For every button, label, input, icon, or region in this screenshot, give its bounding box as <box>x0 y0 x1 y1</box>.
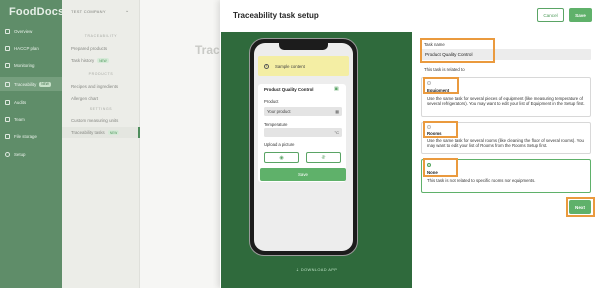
option-none-description: This task is not related to specific roo… <box>427 178 536 183</box>
submenu-item-label: Recipes and ingredients <box>71 84 119 89</box>
sidebar-item-monitoring[interactable]: Monitoring <box>0 58 62 72</box>
sidebar-item-label: HACCP plan <box>14 45 39 51</box>
traceability-submenu: TEST COMPANY ⌄ TRACEABILITY Prepared pro… <box>62 0 140 288</box>
task-name-label: Task name <box>424 42 445 47</box>
preview-save-button: Save <box>260 168 346 181</box>
option-none-title: None <box>427 170 438 175</box>
folder-icon <box>5 133 10 139</box>
people-icon <box>5 116 10 122</box>
clipboard-icon <box>5 99 10 105</box>
section-heading-settings: SETTINGS <box>89 107 113 111</box>
chevron-down-icon[interactable]: ⌄ <box>125 8 129 14</box>
chart-icon <box>5 62 10 68</box>
preview-temperature-unit: °C <box>334 130 340 135</box>
book-icon: ▣ <box>334 86 339 92</box>
grid-icon <box>5 28 10 34</box>
sidebar-item-label: Monitoring <box>14 62 35 68</box>
sidebar-item-overview[interactable]: Overview <box>0 24 62 38</box>
sample-content-banner: i Sample content <box>258 56 349 76</box>
list-icon: ▦ <box>335 109 339 114</box>
option-rooms-description: Use the same task for several rooms (lik… <box>427 138 584 149</box>
new-badge: NEW <box>39 81 51 87</box>
save-button[interactable]: Save <box>569 8 592 22</box>
cancel-button[interactable]: Cancel <box>537 8 564 22</box>
option-equipment-title: Equipment <box>427 88 450 93</box>
app-sidebar: FoodDocs Overview HACCP plan Monitoring … <box>0 0 64 288</box>
sidebar-item-label: Traceability <box>14 81 37 87</box>
none-radio[interactable] <box>427 163 431 167</box>
document-icon <box>5 45 10 51</box>
submenu-item-traceability-tasks[interactable]: Traceability tasks NEW <box>62 127 140 138</box>
submenu-item-allergen-chart[interactable]: Allergen chart <box>71 96 98 101</box>
sidebar-item-haccp-plan[interactable]: HACCP plan <box>0 41 62 55</box>
sidebar-item-audits[interactable]: Audits <box>0 95 62 109</box>
submenu-item-custom-units[interactable]: Custom measuring units <box>71 118 118 123</box>
submenu-item-label: Allergen chart <box>71 96 99 101</box>
section-heading-traceability: TRACEABILITY <box>84 34 118 38</box>
section-heading-products: PRODUCTS <box>88 72 114 76</box>
sidebar-item-label: Overview <box>14 28 33 34</box>
download-app-label: DOWNLOAD APP <box>300 267 338 272</box>
related-to-label: This task is related to <box>424 67 465 72</box>
sidebar-item-traceability[interactable]: Traceability NEW <box>0 77 62 91</box>
preview-card-title: Product Quality Control <box>264 87 314 92</box>
sidebar-item-label: File storage <box>14 133 37 139</box>
preview-temperature-field: °C <box>264 128 342 137</box>
download-app-link[interactable]: ⇣ DOWNLOAD APP <box>221 267 412 272</box>
attach-button: ⥯ <box>306 152 341 163</box>
submenu-item-recipes[interactable]: Recipes and ingredients <box>71 84 118 89</box>
modal-title: Traceability task setup <box>233 11 319 20</box>
camera-button: ◉ <box>264 152 299 163</box>
preview-upload-label: Upload a picture <box>264 142 295 147</box>
preview-product-label: Product <box>264 99 279 104</box>
company-selector[interactable]: TEST COMPANY <box>71 9 106 14</box>
info-icon: i <box>264 63 269 69</box>
submenu-item-label: Prepared products <box>71 46 108 51</box>
brand-logo[interactable]: FoodDocs <box>9 6 64 18</box>
phone-notch <box>279 43 328 50</box>
option-equipment-description: Use the same task for several pieces of … <box>427 96 585 107</box>
submenu-item-prepared-products[interactable]: Prepared products <box>71 46 107 51</box>
task-name-input[interactable]: Product Quality Control <box>421 49 591 60</box>
new-badge: NEW <box>107 130 120 135</box>
rooms-radio[interactable] <box>427 125 431 129</box>
paperclip-icon: ⥯ <box>321 154 326 161</box>
leaf-icon <box>5 81 10 87</box>
new-badge: NEW <box>97 58 109 63</box>
preview-product-field: Your product ▦ <box>264 107 342 116</box>
preview-temperature-label: Temperature <box>264 122 288 127</box>
camera-icon: ◉ <box>279 154 284 161</box>
preview-product-value: Your product <box>267 109 291 114</box>
gear-icon <box>5 151 10 157</box>
sidebar-item-file-storage[interactable]: File storage <box>0 129 62 143</box>
submenu-item-label: Custom measuring units <box>71 118 119 123</box>
option-rooms-title: Rooms <box>427 131 442 136</box>
equipment-radio[interactable] <box>427 81 431 85</box>
option-none[interactable] <box>421 159 591 193</box>
sample-content-label: Sample content <box>275 63 305 69</box>
sidebar-item-label: Team <box>14 116 25 122</box>
sidebar-item-setup[interactable]: Setup <box>0 147 62 161</box>
submenu-item-label: Task history <box>71 58 95 63</box>
sidebar-item-label: Audits <box>14 99 27 105</box>
submenu-item-task-history[interactable]: Task history NEW <box>71 58 109 63</box>
sidebar-item-team[interactable]: Team <box>0 112 62 126</box>
sidebar-item-label: Setup <box>14 151 26 157</box>
submenu-item-label: Traceability tasks <box>71 130 105 135</box>
next-button[interactable]: Next <box>569 200 591 214</box>
